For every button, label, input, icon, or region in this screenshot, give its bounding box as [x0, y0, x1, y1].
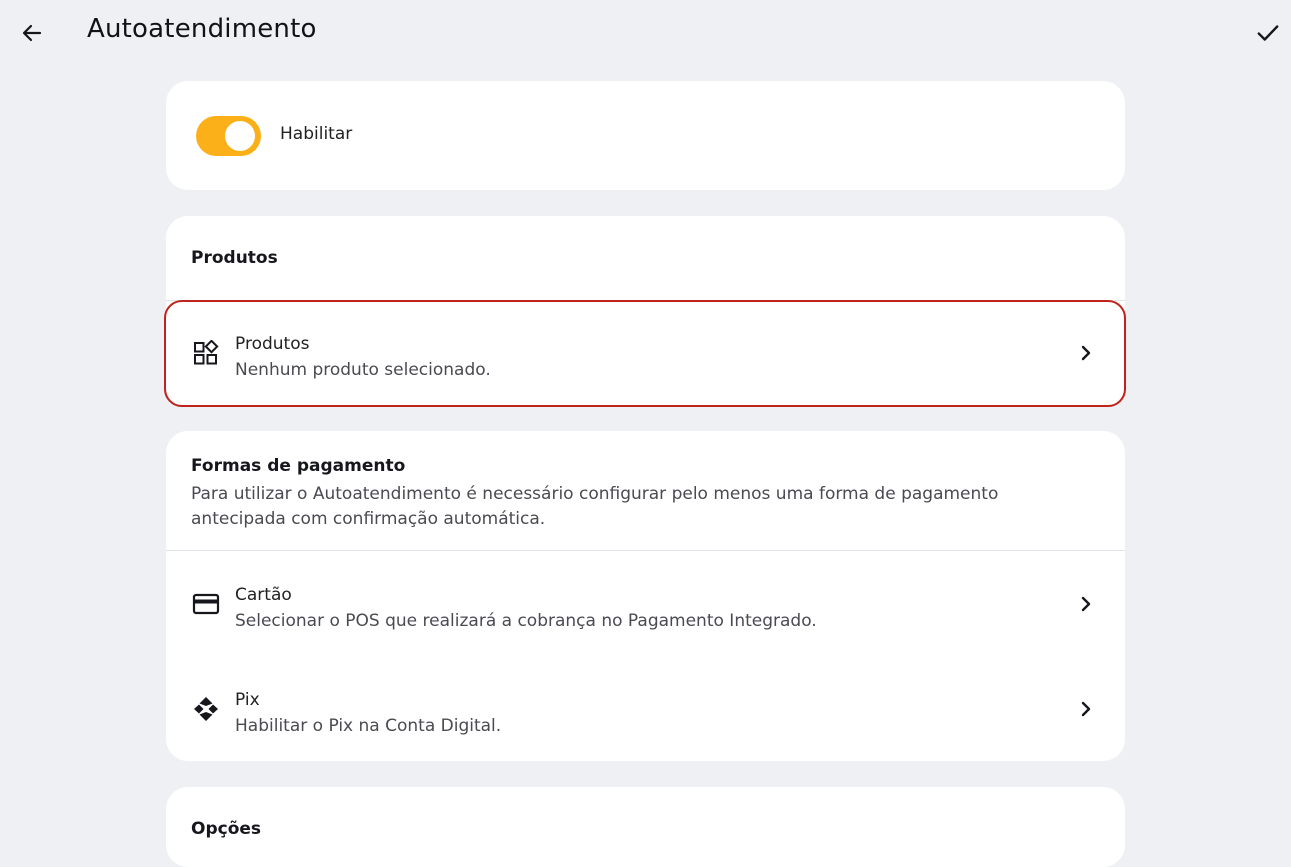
- page-title: Autoatendimento: [87, 14, 317, 44]
- chevron-right-icon: [1074, 592, 1098, 616]
- pix-icon: [192, 695, 220, 723]
- back-button[interactable]: [12, 13, 52, 53]
- credit-card-icon: [192, 590, 220, 618]
- widgets-icon: [192, 339, 220, 367]
- products-card: Produtos Produtos Nenhum produto selecio…: [164, 216, 1126, 407]
- payment-row-title: Pix: [235, 690, 260, 710]
- options-section-title: Opções: [191, 819, 262, 839]
- chevron-right-icon: [1074, 697, 1098, 721]
- enable-card: Habilitar: [166, 81, 1125, 190]
- confirm-button[interactable]: [1248, 13, 1288, 53]
- products-row-subtitle: Nenhum produto selecionado.: [235, 360, 491, 380]
- enable-toggle[interactable]: [196, 116, 261, 156]
- check-icon: [1257, 25, 1279, 41]
- products-row[interactable]: Produtos Nenhum produto selecionado.: [166, 301, 1125, 406]
- products-row-title: Produtos: [235, 334, 310, 354]
- payment-row-pix[interactable]: Pix Habilitar o Pix na Conta Digital.: [166, 656, 1125, 761]
- toggle-knob: [225, 121, 255, 151]
- products-section-title: Produtos: [191, 248, 278, 268]
- payment-row-card[interactable]: Cartão Selecionar o POS que realizará a …: [166, 551, 1125, 656]
- payment-row-subtitle: Selecionar o POS que realizará a cobranç…: [235, 611, 817, 631]
- payments-card: Formas de pagamento Para utilizar o Auto…: [166, 431, 1125, 761]
- payments-section-title: Formas de pagamento: [191, 456, 406, 476]
- top-app-bar: Autoatendimento: [0, 0, 1291, 66]
- payment-row-title: Cartão: [235, 585, 292, 605]
- enable-label: Habilitar: [280, 124, 353, 144]
- arrow-left-icon: [22, 24, 42, 42]
- payments-description: Para utilizar o Autoatendimento é necess…: [191, 484, 999, 529]
- payment-row-subtitle: Habilitar o Pix na Conta Digital.: [235, 716, 502, 736]
- chevron-right-icon: [1074, 341, 1098, 365]
- options-card: Opções: [166, 787, 1125, 867]
